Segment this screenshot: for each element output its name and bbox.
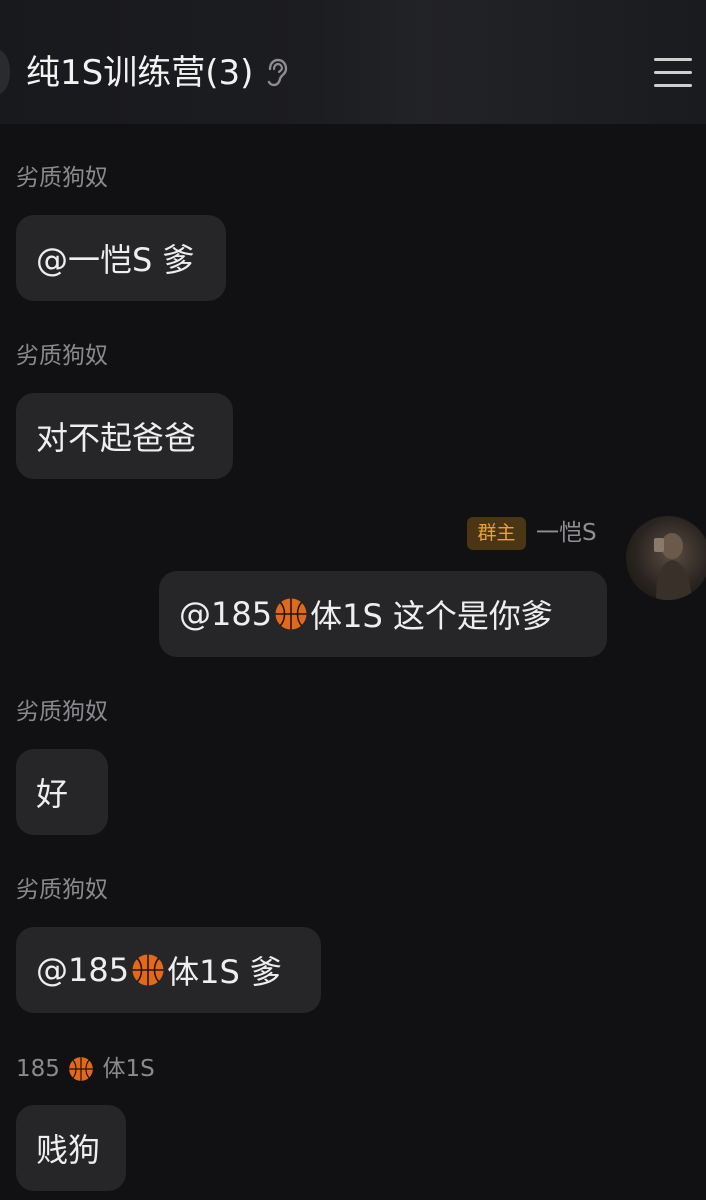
message-text: 体1S 爹 xyxy=(167,953,282,991)
back-edge[interactable] xyxy=(0,50,10,94)
sender-name-part: 185 xyxy=(16,1056,68,1082)
message-text: @一恺S 爹 xyxy=(36,241,195,279)
group-owner-badge: 群主 xyxy=(467,517,526,550)
message-bubble[interactable]: @185 体1S 这个是你爹 xyxy=(159,571,607,657)
message-text: @185 xyxy=(36,951,130,989)
sender-name: 劣质狗奴 xyxy=(16,877,108,903)
message-bubble[interactable]: @185 体1S 爹 xyxy=(16,927,321,1013)
message-bubble[interactable]: 好 xyxy=(16,749,108,835)
message-text: @185 xyxy=(179,595,273,633)
avatar-photo xyxy=(654,533,692,600)
avatar[interactable] xyxy=(626,516,706,600)
chat-header: 纯1S训练营(3) xyxy=(0,0,706,124)
message-text: 对不起爸爸 xyxy=(36,419,197,457)
message-bubble[interactable]: @一恺S 爹 xyxy=(16,215,226,301)
basketball-icon xyxy=(275,598,307,630)
basketball-icon xyxy=(132,954,164,986)
sender-name: 一恺S xyxy=(536,520,597,546)
sender-name-part: 体1S xyxy=(102,1056,155,1082)
message-bubble[interactable]: 对不起爸爸 xyxy=(16,393,233,479)
message-text: 体1S 这个是你爹 xyxy=(310,597,553,635)
chat-title[interactable]: 纯1S训练营(3) xyxy=(26,50,253,96)
menu-icon[interactable] xyxy=(654,56,694,88)
basketball-icon xyxy=(69,1057,94,1081)
sender-name: 185 体1S xyxy=(16,1054,155,1084)
sender-name: 劣质狗奴 xyxy=(16,343,108,369)
ear-icon[interactable] xyxy=(264,58,290,88)
sender-name: 劣质狗奴 xyxy=(16,165,108,191)
message-bubble[interactable]: 贱狗 xyxy=(16,1105,126,1191)
sender-name: 劣质狗奴 xyxy=(16,699,108,725)
message-text: 贱狗 xyxy=(36,1131,101,1169)
message-text: 好 xyxy=(36,775,69,813)
